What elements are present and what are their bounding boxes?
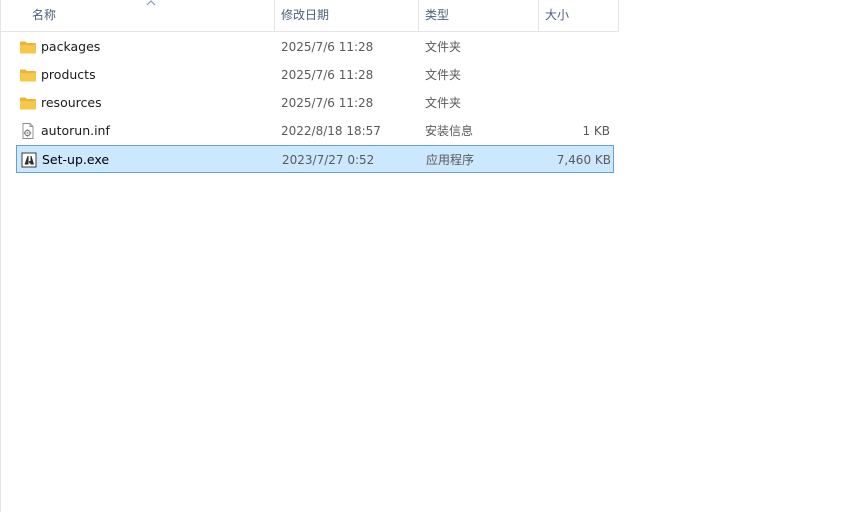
file-row-resources[interactable]: resources 2025/7/6 11:28 文件夹 bbox=[16, 89, 614, 117]
adobe-app-icon bbox=[21, 152, 37, 168]
file-type: 文件夹 bbox=[425, 68, 462, 82]
file-size bbox=[536, 89, 610, 117]
file-row-autorun[interactable]: autorun.inf 2022/8/18 18:57 安装信息 1 KB bbox=[16, 117, 614, 145]
column-header-type[interactable]: 类型 bbox=[419, 0, 539, 31]
file-date: 2025/7/6 11:28 bbox=[281, 40, 374, 54]
column-header-size[interactable]: 大小 bbox=[539, 0, 619, 31]
file-date: 2025/7/6 11:28 bbox=[281, 96, 374, 110]
chevron-up-icon bbox=[146, 0, 156, 6]
file-size: 1 KB bbox=[582, 124, 610, 138]
file-row-packages[interactable]: packages 2025/7/6 11:28 文件夹 bbox=[16, 33, 614, 61]
column-header-date[interactable]: 修改日期 bbox=[275, 0, 419, 31]
column-header-name[interactable]: 名称 bbox=[0, 0, 275, 31]
file-date: 2025/7/6 11:28 bbox=[281, 68, 374, 82]
file-name: packages bbox=[41, 39, 101, 54]
folder-icon bbox=[20, 97, 36, 110]
file-size bbox=[536, 61, 610, 89]
file-name: products bbox=[41, 67, 96, 82]
file-date: 2022/8/18 18:57 bbox=[281, 124, 381, 138]
settings-file-icon bbox=[22, 123, 34, 139]
file-explorer-list-view: 名称 修改日期 类型 大小 packages 2025/7/6 11:28 文件… bbox=[0, 0, 851, 512]
file-date: 2023/7/27 0:52 bbox=[282, 153, 375, 167]
file-size: 7,460 KB bbox=[556, 153, 611, 167]
file-name: autorun.inf bbox=[41, 123, 110, 138]
file-name: resources bbox=[41, 95, 102, 110]
file-type: 安装信息 bbox=[425, 124, 474, 138]
file-type: 应用程序 bbox=[426, 153, 475, 167]
file-size bbox=[536, 33, 610, 61]
file-name: Set-up.exe bbox=[42, 152, 110, 167]
file-row-setup-exe[interactable]: Set-up.exe 2023/7/27 0:52 应用程序 7,460 KB bbox=[16, 145, 614, 173]
file-list: packages 2025/7/6 11:28 文件夹 products 202… bbox=[16, 33, 616, 173]
file-type: 文件夹 bbox=[425, 96, 462, 110]
file-type: 文件夹 bbox=[425, 40, 462, 54]
column-header-bar: 名称 修改日期 类型 大小 bbox=[0, 0, 619, 32]
folder-icon bbox=[20, 41, 36, 54]
pane-edge bbox=[0, 0, 1, 512]
folder-icon bbox=[20, 69, 36, 82]
file-row-products[interactable]: products 2025/7/6 11:28 文件夹 bbox=[16, 61, 614, 89]
